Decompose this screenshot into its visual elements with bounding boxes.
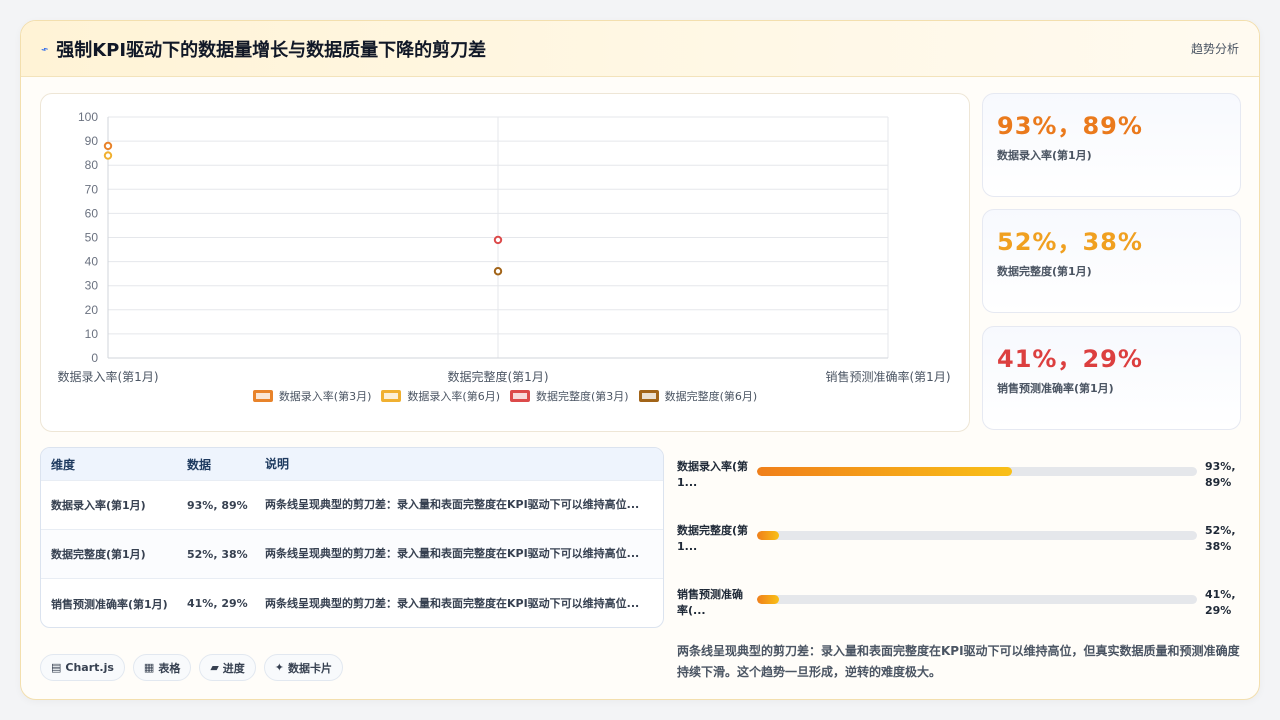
header-right-label[interactable]: 趋势分析 — [1191, 40, 1239, 57]
stat-value: 41%，29% — [997, 345, 1143, 373]
page-title: 强制KPI驱动下的数据量增长与数据质量下降的剪刀差 — [56, 39, 487, 61]
progress-item-entry-rate: 数据录入率(第1... 93%, 89% — [677, 459, 1237, 493]
stat-label: 数据录入率(第1月) — [997, 149, 1092, 162]
stat-label: 数据完整度(第1月) — [997, 265, 1092, 278]
legend-label: 数据录入率(第6月) — [407, 390, 500, 403]
data-table: 维度 数据 说明 数据录入率(第1月) 93%, 89% 两条线呈现典型的剪刀差… — [40, 447, 664, 628]
legend-swatch — [252, 390, 273, 402]
y-tick-label: 0 — [91, 351, 98, 365]
progress-label: 数据完整度(第1... — [677, 524, 749, 553]
header-bar: ⌁ 强制KPI驱动下的数据量增长与数据质量下降的剪刀差 趋势分析 — [21, 21, 1259, 77]
x-tick-label: 数据录入率(第1月) — [58, 369, 159, 384]
chart-legend: 数据录入率(第3月) 数据录入率(第6月) 数据完整度(第3月) 数据完整度(第6月) — [41, 388, 969, 404]
legend-label: 数据完整度(第6月) — [664, 390, 758, 403]
table-cell-data: 41%, 29% — [187, 597, 248, 610]
legend-item[interactable]: 数据录入率(第3月) — [252, 388, 372, 404]
dashboard-card: ⌁ 强制KPI驱动下的数据量增长与数据质量下降的剪刀差 趋势分析 0 10 20 30… — [20, 20, 1260, 700]
table-icon: ▦ — [143, 661, 155, 674]
data-point — [493, 267, 503, 276]
chip-chartjs[interactable]: ▤ Chart.js — [40, 654, 125, 681]
scatter-chart: 0 10 20 30 40 50 60 70 80 90 100 数据录入率(第1月) 数据完整度(第1… — [58, 110, 951, 384]
table-cell-data: 93%, 89% — [187, 498, 248, 512]
table-row: 销售预测准确率(第1月) 41%, 29% 两条线呈现典型的剪刀差：录入量和表面… — [41, 579, 663, 627]
trend-icon: ⌁ — [38, 40, 51, 57]
progress-fill — [757, 467, 1013, 476]
progress-track — [757, 595, 1197, 604]
table-header-cell: 说明 — [265, 457, 290, 471]
table-header-cell: 数据 — [187, 457, 212, 472]
chip-table[interactable]: ▦ 表格 — [132, 654, 192, 681]
progress-label: 数据录入率(第1... — [677, 460, 749, 489]
stat-card-entry-rate: 93%，89% 数据录入率(第1月) — [982, 93, 1241, 197]
stat-card-forecast-accuracy: 41%，29% 销售预测准确率(第1月) — [982, 326, 1241, 430]
chart-panel: 0 10 20 30 40 50 60 70 80 90 100 数据录入率(第1月) 数据完整度(第1… — [40, 93, 970, 432]
legend-label: 数据完整度(第3月) — [536, 390, 629, 403]
y-tick-label: 90 — [85, 134, 99, 148]
y-tick-label: 100 — [78, 110, 98, 124]
table-header-cell: 维度 — [51, 457, 76, 472]
chip-label: Chart.js — [65, 661, 114, 674]
stat-value: 93%，89% — [997, 112, 1143, 140]
table-cell-dimension: 销售预测准确率(第1月) — [51, 597, 168, 611]
progress-value: 52%, 38% — [1205, 524, 1236, 553]
y-tick-label: 60 — [85, 206, 99, 220]
table-cell-dimension: 数据录入率(第1月) — [51, 499, 146, 512]
table-row: 数据录入率(第1月) 93%, 89% 两条线呈现典型的剪刀差：录入量和表面完整… — [41, 481, 663, 530]
table-cell-description: 两条线呈现典型的剪刀差：录入量和表面完整度在KPI驱动下可以维持高位... — [265, 596, 640, 610]
stat-label: 销售预测准确率(第1月) — [997, 382, 1114, 395]
table-cell-description: 两条线呈现典型的剪刀差：录入量和表面完整度在KPI驱动下可以维持高位... — [265, 547, 640, 560]
progress-track — [757, 467, 1197, 476]
data-point — [103, 141, 113, 151]
progress-value: 41%, 29% — [1205, 588, 1236, 617]
stat-card-completeness: 52%，38% 数据完整度(第1月) — [982, 209, 1241, 313]
y-tick-label: 30 — [85, 279, 99, 293]
y-tick-label: 20 — [85, 303, 99, 317]
legend-label: 数据录入率(第3月) — [278, 390, 372, 403]
chip-label: 数据卡片 — [288, 661, 333, 675]
table-cell-description: 两条线呈现典型的剪刀差：录入量和表面完整度在KPI驱动下可以维持高位... — [265, 498, 640, 511]
chip-label: 表格 — [158, 661, 181, 675]
y-tick-label: 40 — [85, 255, 99, 269]
progress-fill — [757, 595, 779, 604]
chart-icon: ▤ — [51, 661, 62, 674]
legend-item[interactable]: 数据完整度(第3月) — [510, 388, 629, 404]
legend-item[interactable]: 数据完整度(第6月) — [638, 388, 758, 404]
progress-item-completeness: 数据完整度(第1... 52%, 38% — [677, 523, 1237, 557]
x-tick-label: 数据完整度(第1月) — [448, 369, 549, 384]
legend-item[interactable]: 数据录入率(第6月) — [381, 388, 500, 404]
chip-label: 进度 — [222, 661, 245, 675]
x-tick-label: 销售预测准确率(第1月) — [826, 369, 951, 384]
progress-track — [757, 531, 1197, 540]
table-header-row: 维度 数据 说明 — [41, 448, 663, 481]
y-tick-label: 80 — [85, 158, 99, 172]
y-tick-label: 10 — [85, 327, 99, 341]
progress-label: 销售预测准确率(... — [677, 588, 743, 617]
table-cell-data: 52%, 38% — [187, 547, 248, 561]
progress-icon: ▰ — [210, 661, 219, 674]
progress-fill — [757, 531, 779, 540]
legend-swatch — [510, 390, 530, 402]
legend-swatch — [381, 390, 402, 402]
y-tick-label: 50 — [85, 231, 99, 245]
progress-value: 93%, 89% — [1205, 460, 1236, 489]
data-point — [103, 151, 113, 160]
progress-item-forecast-accuracy: 销售预测准确率(... 41%, 29% — [677, 587, 1237, 621]
summary-note: 两条线呈现典型的剪刀差：录入量和表面完整度在KPI驱动下可以维持高位，但真实数据… — [677, 644, 1240, 679]
table-row: 数据完整度(第1月) 52%, 38% 两条线呈现典型的剪刀差：录入量和表面完整… — [41, 530, 663, 579]
tech-chips: ▤ Chart.js ▦ 表格 ▰ 进度 ✦ 数据卡片 — [40, 654, 344, 681]
table-cell-dimension: 数据完整度(第1月) — [51, 548, 146, 561]
legend-swatch — [638, 390, 659, 402]
data-point — [493, 235, 503, 245]
chip-data-card[interactable]: ✦ 数据卡片 — [263, 654, 344, 681]
sparkle-icon: ✦ — [274, 661, 285, 674]
stat-value: 52%，38% — [997, 228, 1143, 256]
y-tick-label: 70 — [85, 182, 99, 196]
chip-progress[interactable]: ▰ 进度 — [199, 654, 256, 681]
